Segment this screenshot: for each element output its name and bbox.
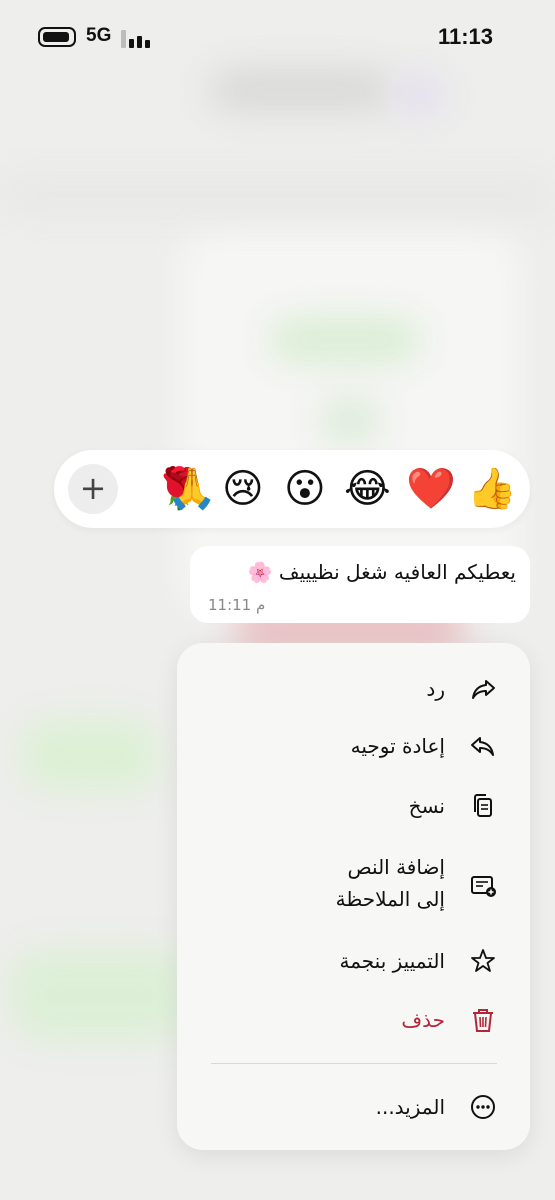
menu-item-more[interactable]: المزيد... bbox=[177, 1093, 530, 1121]
menu-item-label: رد bbox=[426, 677, 445, 701]
menu-item-label: التمييز بنجمة bbox=[339, 949, 445, 973]
reply-icon bbox=[472, 680, 495, 699]
menu-item-star[interactable]: التمييز بنجمة bbox=[177, 947, 530, 975]
add-reaction-button[interactable]: + bbox=[68, 464, 118, 514]
menu-item-label: المزيد... bbox=[375, 1095, 445, 1119]
blurred-bubble bbox=[20, 720, 160, 790]
menu-item-delete[interactable]: حذف bbox=[177, 1006, 530, 1034]
blurred-bubble bbox=[10, 950, 190, 1040]
menu-item-label: حذف bbox=[401, 1008, 445, 1032]
reaction-thumbs-up[interactable]: 👍 bbox=[467, 466, 517, 512]
reaction-surprised[interactable]: 😮 bbox=[284, 466, 326, 512]
status-bar: 5G 11:13 bbox=[0, 0, 555, 75]
blurred-divider bbox=[0, 180, 555, 210]
blurred-bubble bbox=[320, 400, 380, 440]
message-context-menu: رد إعادة توجيه نسخ إضافة النص إلى الملاح… bbox=[177, 643, 530, 1150]
forward-icon bbox=[471, 737, 494, 756]
menu-item-copy[interactable]: نسخ bbox=[177, 792, 530, 820]
network-label: 5G bbox=[86, 25, 112, 46]
menu-item-add-to-note[interactable]: إضافة النص إلى الملاحظة bbox=[177, 853, 530, 917]
status-time: 11:13 bbox=[437, 24, 493, 49]
menu-divider bbox=[211, 1063, 497, 1064]
reaction-bar: + 🌹 🙏 😢 😮 😂 ❤️ 👍 bbox=[54, 450, 530, 528]
copy-icon bbox=[474, 794, 492, 817]
blurred-bubble bbox=[270, 320, 420, 360]
message-text: يعطيكم العافيه شغل نظيييف 🌸 bbox=[247, 560, 516, 584]
battery-icon bbox=[38, 27, 76, 47]
menu-item-label: إعادة توجيه bbox=[350, 734, 445, 758]
menu-item-reply[interactable]: رد bbox=[177, 675, 530, 703]
message-bubble: يعطيكم العافيه شغل نظيييف 🌸 11:11 م bbox=[190, 546, 530, 623]
reaction-cry[interactable]: 😢 bbox=[222, 466, 264, 512]
star-icon bbox=[471, 949, 495, 972]
reaction-laugh[interactable]: 😂 bbox=[344, 466, 391, 512]
note-add-icon bbox=[471, 876, 496, 897]
more-icon bbox=[471, 1095, 495, 1119]
blurred-avatar bbox=[395, 75, 445, 115]
signal-icon bbox=[121, 28, 151, 48]
menu-item-label-line2: إلى الملاحظة bbox=[335, 887, 445, 911]
trash-icon bbox=[473, 1009, 493, 1032]
reaction-pray[interactable]: 🙏 bbox=[167, 466, 217, 512]
blurred-header bbox=[210, 70, 390, 110]
reaction-heart[interactable]: ❤️ bbox=[406, 466, 456, 512]
menu-item-forward[interactable]: إعادة توجيه bbox=[177, 732, 530, 760]
message-time: 11:11 م bbox=[208, 596, 266, 614]
menu-item-label: نسخ bbox=[408, 794, 445, 818]
menu-item-label: إضافة النص bbox=[347, 855, 445, 879]
